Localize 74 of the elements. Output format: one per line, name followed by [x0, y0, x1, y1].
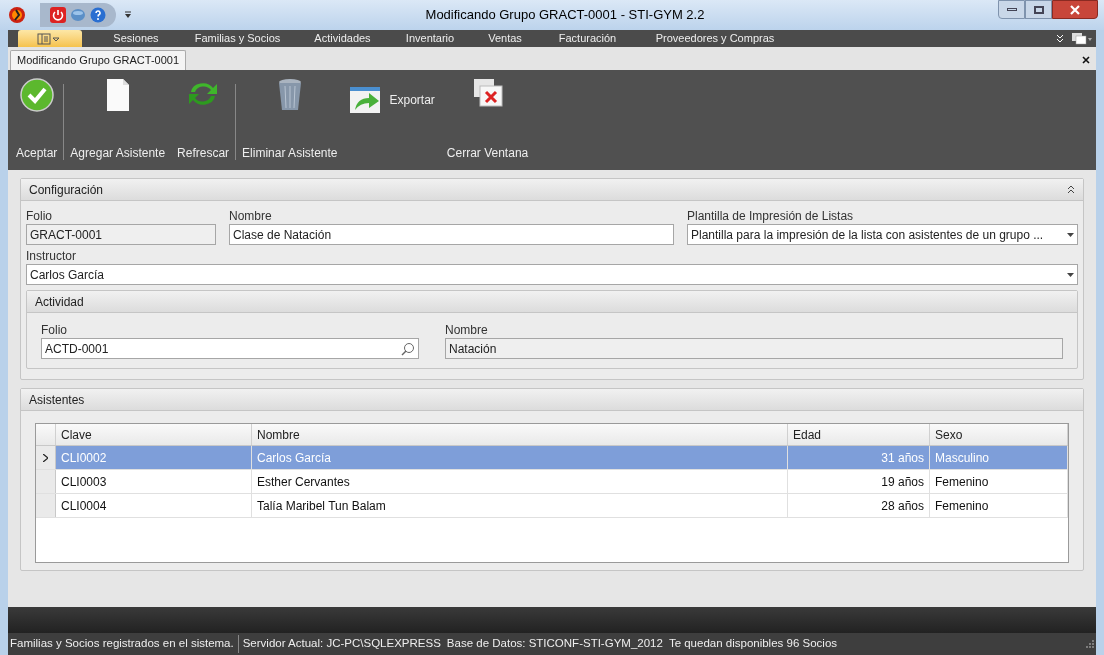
dropdown-arrow-icon — [1067, 232, 1074, 237]
instructor-dropdown[interactable]: Carlos García — [26, 264, 1078, 285]
window-title: Modificando Grupo GRACT-0001 - STI-GYM 2.2 — [424, 6, 706, 25]
close-icon[interactable] — [1082, 56, 1090, 64]
status-text: Servidor Actual: JC-PC\SQLEXPRESS — [242, 636, 441, 652]
activity-folio-field[interactable]: ACTD-0001 — [41, 338, 419, 359]
field-label: Folio — [26, 208, 53, 224]
table-cell: 28 años — [788, 494, 930, 517]
chevron-down-icon[interactable] — [1056, 33, 1064, 44]
activity-name-field[interactable]: Natación — [445, 338, 1063, 359]
section-title: Configuración — [29, 181, 104, 199]
trash-bin-icon — [276, 78, 303, 112]
menu-tab[interactable]: Sesiones — [92, 30, 180, 47]
table-cell: CLI0002 — [56, 446, 252, 469]
field-label: Instructor — [26, 248, 77, 264]
document-tab[interactable]: Modificando Grupo GRACT-0001 — [10, 50, 187, 70]
close-button[interactable] — [1052, 0, 1098, 19]
status-text: Base de Datos: STICONF-STI-GYM_2012 — [446, 636, 663, 652]
menu-tab[interactable]: Inventario — [390, 30, 470, 47]
menu-tab[interactable]: Proveedores y Compras — [635, 30, 795, 47]
table-cell: Carlos García — [252, 446, 788, 469]
row-pointer-icon — [43, 453, 48, 462]
menu-tab[interactable]: Ventas — [470, 30, 540, 47]
dropdown-arrow-icon — [1067, 272, 1074, 277]
template-dropdown[interactable]: Plantilla para la impresión de la lista con asistentes de un grupo ... — [687, 224, 1078, 245]
field-label: Nombre — [229, 208, 273, 224]
table-row[interactable]: CLI0004 Talía Maribel Tun Balam 28 años Femenino — [36, 494, 1068, 518]
help-icon[interactable] — [90, 7, 106, 23]
close-window-button[interactable]: Cerrar Ventana — [440, 78, 535, 162]
table-cell: 31 años — [788, 446, 930, 469]
minimize-button[interactable] — [998, 0, 1025, 19]
close-window-icon — [472, 78, 503, 108]
app-logo-icon — [8, 6, 26, 24]
collapse-icon[interactable] — [1067, 185, 1075, 194]
menu-tab[interactable]: Facturación — [540, 30, 635, 47]
windows-icon[interactable] — [1072, 32, 1092, 45]
column-header[interactable]: Edad — [788, 424, 930, 445]
table-cell: Masculino — [930, 446, 1068, 469]
table-cell: Femenino — [930, 470, 1068, 493]
folio-field[interactable]: GRACT-0001 — [26, 224, 216, 245]
accept-button[interactable]: Aceptar — [10, 78, 64, 162]
status-text: Te quedan disponibles 96 Socios — [668, 636, 838, 652]
export-button[interactable]: Exportar — [343, 86, 441, 114]
status-text: Familias y Socios registrados en el sistema. — [10, 635, 239, 653]
application-menu-button[interactable] — [18, 30, 82, 47]
table-cell: CLI0003 — [56, 470, 252, 493]
power-icon[interactable] — [50, 7, 66, 23]
column-header[interactable]: Clave — [56, 424, 252, 445]
table-cell: 19 años — [788, 470, 930, 493]
search-icon[interactable] — [401, 341, 415, 356]
column-header[interactable]: Sexo — [930, 424, 1068, 445]
menu-tab[interactable]: Familias y Socios — [180, 30, 295, 47]
delete-button[interactable]: Eliminar Asistente — [236, 78, 344, 162]
close-icon — [1070, 4, 1080, 15]
resize-grip-icon[interactable] — [1086, 640, 1094, 648]
menu-tab[interactable]: Actividades — [295, 30, 390, 47]
add-button[interactable]: Agregar Asistente — [64, 78, 172, 162]
column-header[interactable]: Nombre — [252, 424, 788, 445]
dropdown-arrow-icon[interactable] — [124, 11, 132, 19]
name-field[interactable]: Clase de Natación — [229, 224, 674, 245]
section-title: Actividad — [35, 293, 84, 311]
field-label: Nombre — [445, 322, 489, 338]
maximize-button[interactable] — [1025, 0, 1052, 19]
field-label: Folio — [41, 322, 68, 338]
refresh-button[interactable]: Refrescar — [171, 78, 236, 162]
table-cell: Talía Maribel Tun Balam — [252, 494, 788, 517]
table-cell: CLI0004 — [56, 494, 252, 517]
field-label: Plantilla de Impresión de Listas — [687, 208, 855, 224]
check-icon — [19, 78, 54, 112]
document-icon — [105, 78, 130, 112]
table-row[interactable]: CLI0003 Esther Cervantes 19 años Femenino — [36, 470, 1068, 494]
table-cell: Femenino — [930, 494, 1068, 517]
section-title: Asistentes — [29, 391, 85, 409]
table-cell: Esther Cervantes — [252, 470, 788, 493]
